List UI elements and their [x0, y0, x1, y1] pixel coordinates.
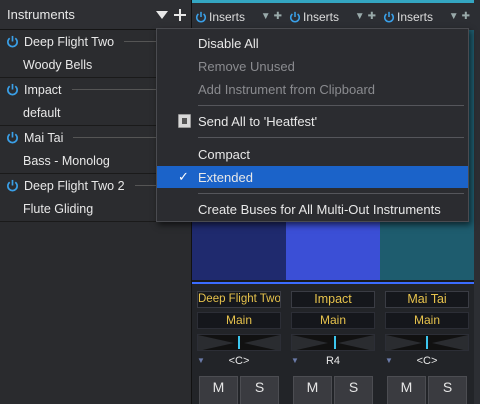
instrument-name: Deep Flight Two 2	[24, 178, 125, 193]
menu-item-disable-all[interactable]: Disable All	[157, 32, 468, 54]
instrument-name: Deep Flight Two	[24, 34, 115, 49]
channel-name[interactable]: Deep Flight Two	[197, 291, 281, 308]
pan-readout: ▼ <C>	[385, 355, 469, 369]
add-insert-icon[interactable]: ✚	[368, 11, 376, 22]
instrument-name: Mai Tai	[24, 130, 64, 145]
inserts-header[interactable]: Inserts ▼ ✚	[380, 0, 474, 30]
mute-button[interactable]: M	[293, 376, 332, 404]
instruments-header: Instruments	[0, 0, 191, 30]
pan-slider[interactable]	[291, 334, 375, 351]
menu-item-compact[interactable]: Compact	[157, 143, 468, 165]
inserts-label: Inserts	[303, 9, 340, 24]
pan-slider[interactable]	[385, 334, 469, 351]
output-selector[interactable]: Main	[385, 312, 469, 329]
menu-separator	[198, 105, 464, 106]
inserts-header[interactable]: Inserts ▼ ✚	[192, 0, 286, 30]
menu-separator	[198, 193, 464, 194]
power-icon[interactable]	[6, 179, 19, 192]
inserts-label: Inserts	[209, 9, 246, 24]
mute-button[interactable]: M	[387, 376, 426, 404]
menu-item-send-all[interactable]: Send All to 'Heatfest'	[157, 110, 468, 132]
pan-value: <C>	[228, 355, 250, 367]
pan-value: <C>	[416, 355, 438, 367]
add-instrument-icon[interactable]	[173, 8, 187, 22]
power-icon[interactable]	[383, 11, 395, 23]
menu-item-label: Extended	[198, 169, 253, 185]
instruments-title: Instruments	[7, 7, 75, 22]
power-icon[interactable]	[6, 83, 19, 96]
power-icon[interactable]	[6, 35, 19, 48]
power-icon[interactable]	[195, 11, 207, 23]
menu-item-create-buses[interactable]: Create Buses for All Multi-Out Instrumen…	[157, 198, 468, 220]
inserts-header[interactable]: Inserts ▼ ✚	[286, 0, 380, 30]
menu-item-label: Send All to 'Heatfest'	[198, 113, 318, 129]
power-icon[interactable]	[289, 11, 301, 23]
channel-strip: Deep Flight Two Main ▼ <C> M S	[192, 282, 286, 404]
menu-item-label: Disable All	[198, 35, 259, 51]
menu-item-extended[interactable]: ✓ Extended	[157, 166, 468, 188]
mixer-channel-partial	[474, 0, 480, 404]
checkmark-icon: ✓	[178, 169, 189, 184]
pan-value: R4	[325, 355, 341, 367]
instrument-name: Impact	[24, 82, 62, 97]
pan-readout: ▼ R4	[291, 355, 375, 369]
inserts-label: Inserts	[397, 9, 434, 24]
channel-name[interactable]: Impact	[291, 291, 375, 308]
mute-button[interactable]: M	[199, 376, 238, 404]
menu-item-remove-unused[interactable]: Remove Unused	[157, 55, 468, 77]
menu-separator	[198, 137, 464, 138]
menu-item-label: Compact	[198, 146, 251, 162]
output-selector[interactable]: Main	[291, 312, 375, 329]
dropdown-arrow-icon[interactable]: ▼	[355, 11, 365, 22]
solo-button[interactable]: S	[428, 376, 467, 404]
dropdown-arrow-icon[interactable]: ▼	[261, 11, 271, 22]
menu-item-add-from-clipboard[interactable]: Add Instrument from Clipboard	[157, 78, 468, 100]
output-selector[interactable]: Main	[197, 312, 281, 329]
menu-item-label: Add Instrument from Clipboard	[198, 81, 376, 97]
menu-item-label: Remove Unused	[198, 58, 295, 74]
channel-strip: Mai Tai Main ▼ <C> M S	[380, 282, 474, 404]
menu-item-label: Create Buses for All Multi-Out Instrumen…	[198, 201, 441, 217]
pan-slider[interactable]	[197, 334, 281, 351]
power-icon[interactable]	[6, 131, 19, 144]
solo-button[interactable]: S	[334, 376, 373, 404]
pan-readout: ▼ <C>	[197, 355, 281, 369]
dropdown-arrow-icon[interactable]: ▼	[449, 11, 459, 22]
solo-button[interactable]: S	[240, 376, 279, 404]
add-insert-icon[interactable]: ✚	[274, 11, 282, 22]
add-insert-icon[interactable]: ✚	[462, 11, 470, 22]
dropdown-arrow-icon[interactable]	[155, 8, 169, 22]
instruments-context-menu: Disable All Remove Unused Add Instrument…	[156, 28, 469, 222]
channel-name[interactable]: Mai Tai	[385, 291, 469, 308]
send-document-icon	[178, 114, 191, 128]
channel-strip: Impact Main ▼ R4 M S	[286, 282, 380, 404]
